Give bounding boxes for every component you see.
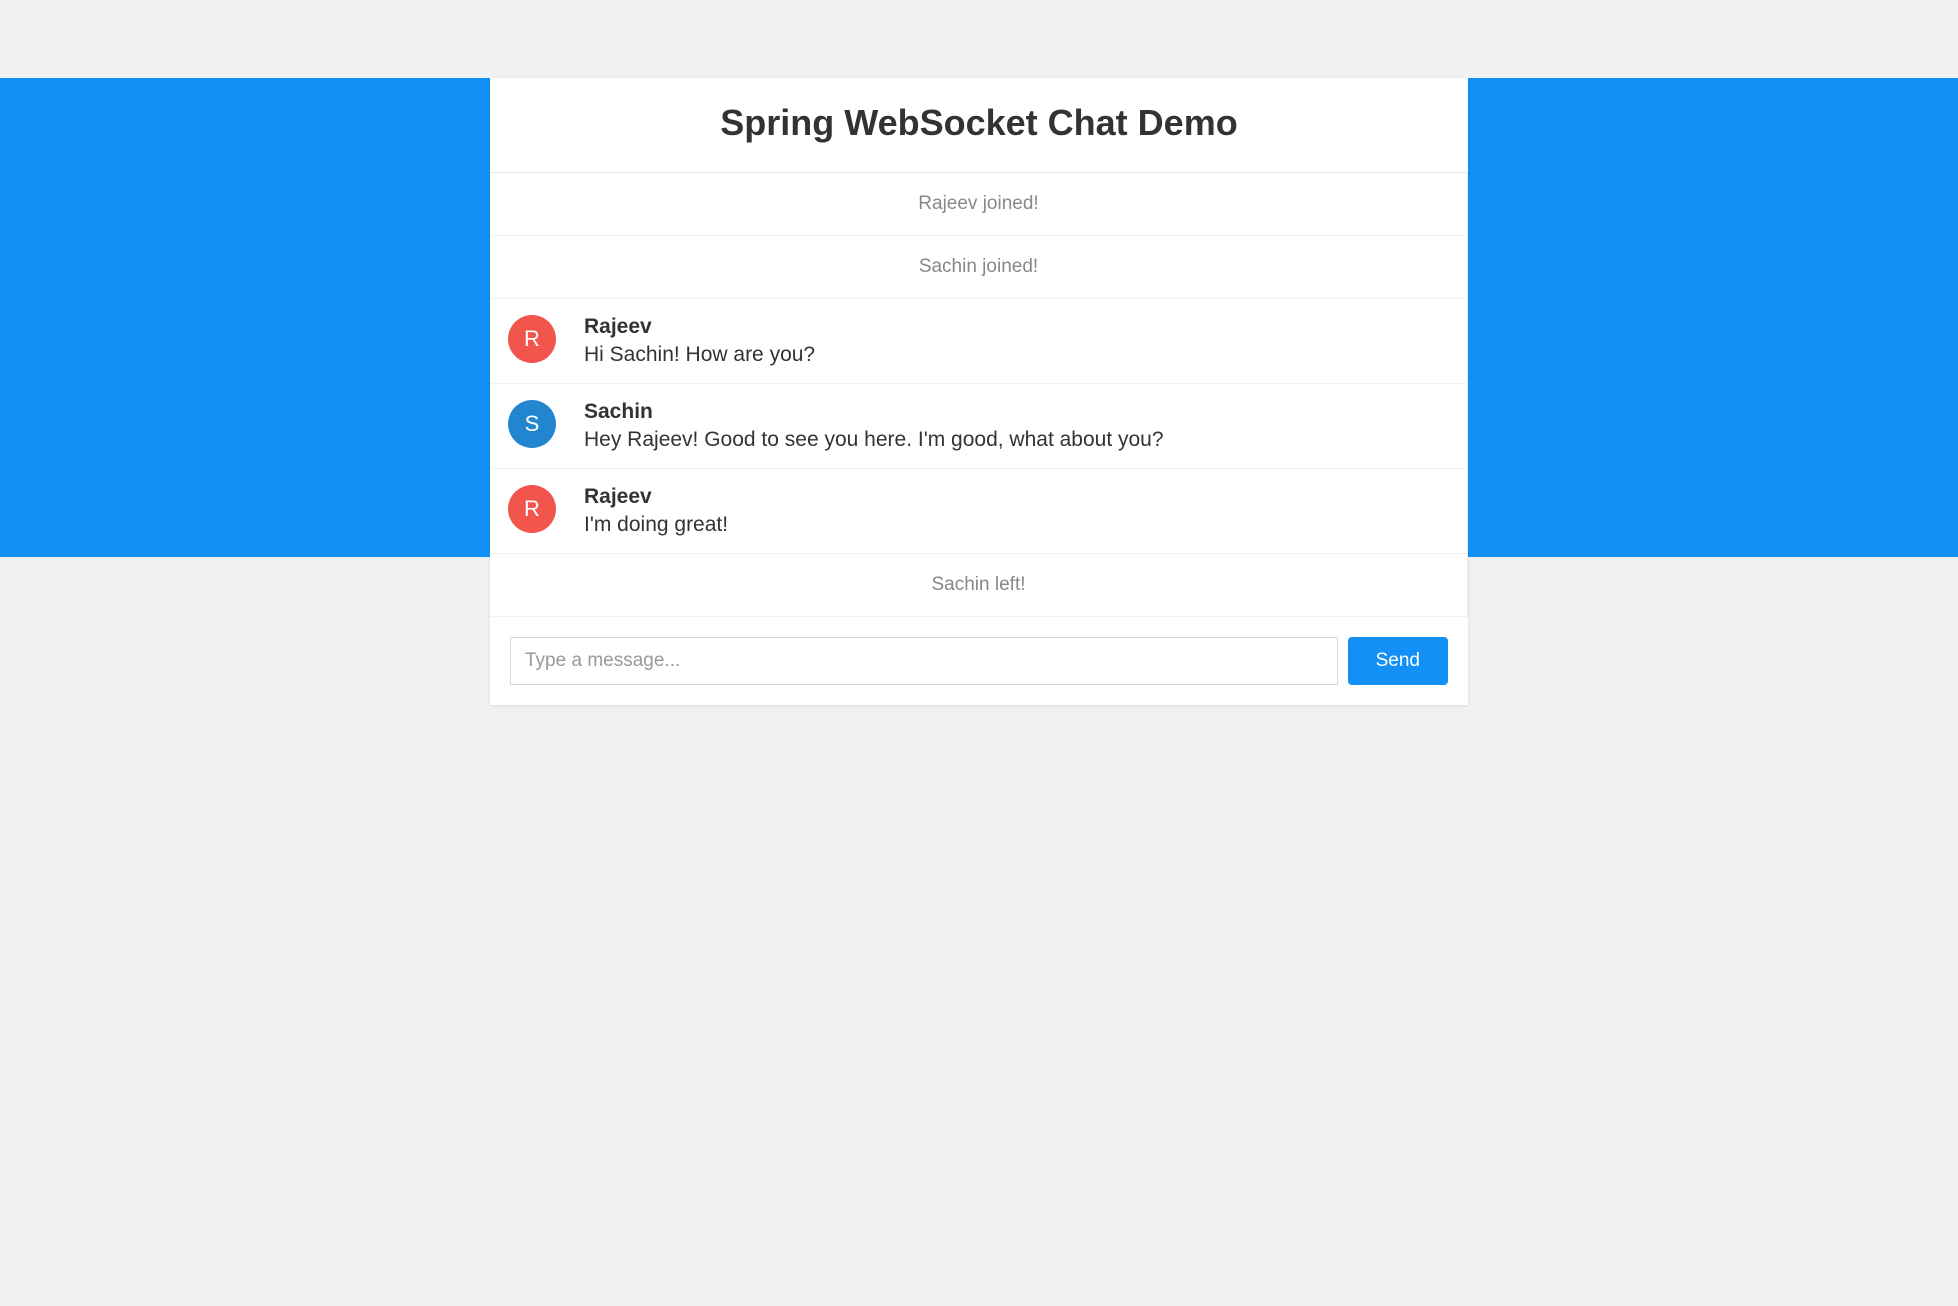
- chat-title: Spring WebSocket Chat Demo: [510, 102, 1448, 144]
- event-message: Sachin joined!: [490, 236, 1467, 299]
- message-input[interactable]: [510, 637, 1338, 685]
- message-text: I'm doing great!: [584, 513, 1449, 537]
- input-area: Send: [490, 617, 1468, 705]
- event-message: Rajeev joined!: [490, 173, 1467, 236]
- chat-message: S Sachin Hey Rajeev! Good to see you here.…: [490, 384, 1467, 469]
- avatar: R: [508, 485, 556, 533]
- message-content: Rajeev I'm doing great!: [584, 485, 1449, 537]
- send-button[interactable]: Send: [1348, 637, 1448, 685]
- message-area[interactable]: Rajeev joined!Sachin joined! R Rajeev Hi Sa…: [490, 173, 1468, 617]
- message-text: Hi Sachin! How are you?: [584, 343, 1449, 367]
- message-text: Hey Rajeev! Good to see you here. I'm go…: [584, 428, 1449, 452]
- message-content: Sachin Hey Rajeev! Good to see you here. …: [584, 400, 1449, 452]
- message-sender: Rajeev: [584, 315, 1449, 339]
- avatar: S: [508, 400, 556, 448]
- message-content: Rajeev Hi Sachin! How are you?: [584, 315, 1449, 367]
- chat-header: Spring WebSocket Chat Demo: [490, 78, 1468, 173]
- chat-message: R Rajeev I'm doing great!: [490, 469, 1467, 554]
- event-message: Sachin left!: [490, 554, 1467, 617]
- message-sender: Sachin: [584, 400, 1449, 424]
- message-sender: Rajeev: [584, 485, 1449, 509]
- chat-container: Spring WebSocket Chat Demo Rajeev joined…: [490, 78, 1468, 705]
- avatar: R: [508, 315, 556, 363]
- chat-message: R Rajeev Hi Sachin! How are you?: [490, 299, 1467, 384]
